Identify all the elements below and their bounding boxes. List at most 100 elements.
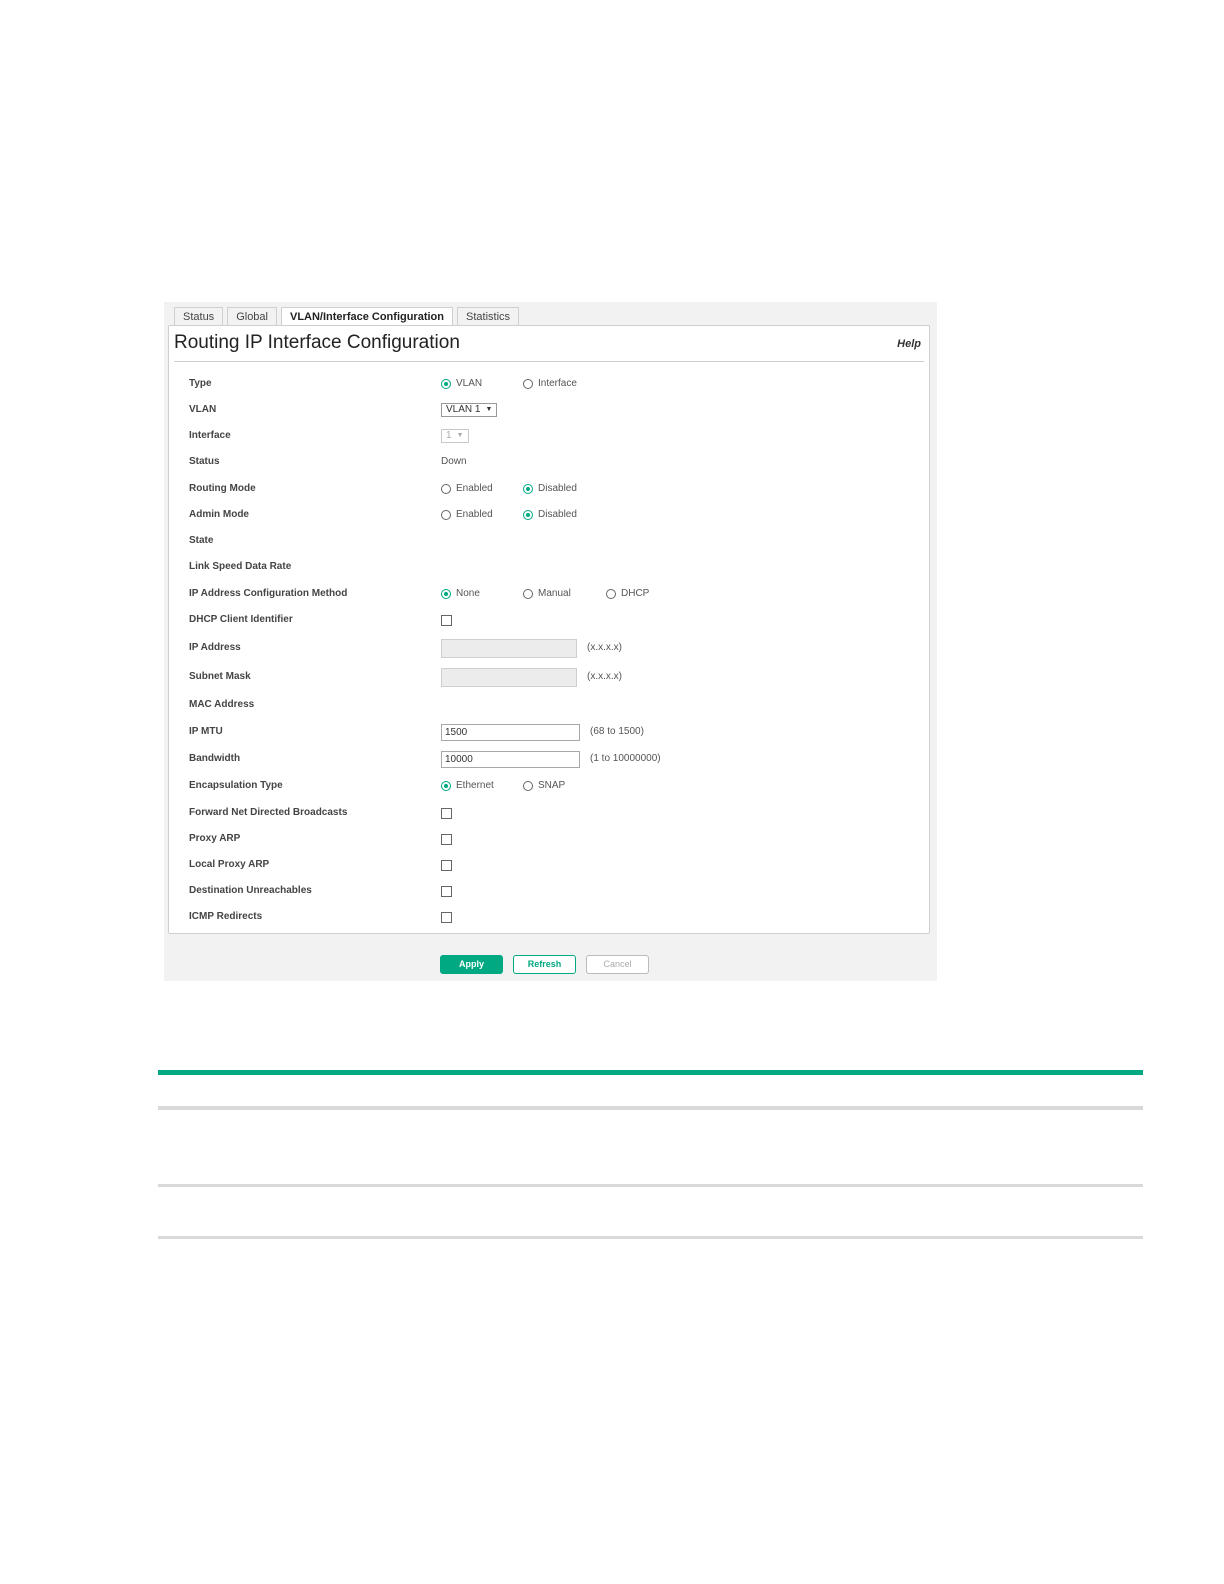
radio-selected-icon (441, 589, 451, 599)
ip-address-label: IP Address (189, 642, 241, 653)
radio-selected-icon (523, 510, 533, 520)
radio-empty-icon (523, 781, 533, 791)
vlan-label: VLAN (189, 404, 217, 415)
row-subnet-mask: Subnet Mask (x.x.x.x) (169, 667, 929, 687)
chevron-down-icon: ▼ (456, 432, 464, 439)
row-state: State (169, 531, 929, 551)
row-bandwidth: Bandwidth 10000 (1 to 10000000) (169, 749, 929, 769)
status-label: Status (189, 456, 220, 467)
ip-mtu-label: IP MTU (189, 726, 223, 737)
mac-address-label: MAC Address (189, 699, 255, 710)
dhcp-client-id-label: DHCP Client Identifier (189, 614, 293, 625)
local-proxy-arp-checkbox[interactable] (441, 859, 452, 871)
row-proxy-arp: Proxy ARP (169, 829, 929, 849)
encap-ethernet-radio[interactable]: Ethernet (441, 776, 494, 796)
refresh-button[interactable]: Refresh (513, 955, 576, 974)
row-dhcp-client-id: DHCP Client Identifier (169, 610, 929, 630)
title-divider (174, 361, 924, 362)
row-ip-address: IP Address (x.x.x.x) (169, 638, 929, 658)
page-title: Routing IP Interface Configuration (174, 332, 460, 353)
tab-statistics[interactable]: Statistics (457, 307, 520, 325)
row-status: Status Down (169, 452, 929, 472)
tab-vlan-interface-configuration[interactable]: VLAN/Interface Configuration (280, 307, 453, 327)
row-fwd-net-directed: Forward Net Directed Broadcasts (169, 803, 929, 823)
admin-mode-label: Admin Mode (189, 509, 249, 520)
radio-selected-icon (441, 379, 451, 389)
chevron-down-icon: ▼ (485, 406, 493, 413)
admin-mode-enabled-radio[interactable]: Enabled (441, 505, 493, 525)
type-label: Type (189, 378, 212, 389)
fwd-net-directed-checkbox[interactable] (441, 807, 452, 819)
accent-rule (158, 1070, 1143, 1075)
row-dest-unreachables: Destination Unreachables (169, 881, 929, 901)
bandwidth-input[interactable]: 10000 (441, 750, 580, 768)
dhcp-client-id-checkbox[interactable] (441, 614, 452, 626)
row-local-proxy-arp: Local Proxy ARP (169, 855, 929, 875)
subnet-mask-hint: (x.x.x.x) (587, 671, 622, 682)
row-routing-mode: Routing Mode Enabled Disabled (169, 479, 929, 499)
radio-empty-icon (606, 589, 616, 599)
icmp-redirects-label: ICMP Redirects (189, 911, 263, 922)
status-value: Down (441, 456, 467, 467)
ip-method-dhcp-radio[interactable]: DHCP (606, 584, 649, 604)
radio-selected-icon (441, 781, 451, 791)
row-ip-mtu: IP MTU 1500 (68 to 1500) (169, 722, 929, 742)
radio-empty-icon (441, 484, 451, 494)
dest-unreachables-label: Destination Unreachables (189, 885, 312, 896)
help-link[interactable]: Help (897, 338, 921, 350)
fwd-net-directed-label: Forward Net Directed Broadcasts (189, 807, 348, 818)
type-interface-radio[interactable]: Interface (523, 374, 577, 394)
row-link-speed: Link Speed Data Rate (169, 557, 929, 577)
dest-unreachables-checkbox[interactable] (441, 885, 452, 897)
link-speed-label: Link Speed Data Rate (189, 561, 292, 572)
row-vlan: VLAN VLAN 1 ▼ (169, 400, 929, 420)
apply-button[interactable]: Apply (440, 955, 503, 974)
table-rule-3 (158, 1236, 1143, 1239)
state-label: State (189, 535, 214, 546)
row-type: Type VLAN Interface (169, 374, 929, 394)
tab-status[interactable]: Status (174, 307, 224, 325)
radio-selected-icon (523, 484, 533, 494)
encapsulation-label: Encapsulation Type (189, 780, 283, 791)
radio-empty-icon (441, 510, 451, 520)
encap-snap-radio[interactable]: SNAP (523, 776, 565, 796)
subnet-mask-label: Subnet Mask (189, 671, 251, 682)
ip-mtu-hint: (68 to 1500) (590, 726, 644, 737)
bandwidth-hint: (1 to 10000000) (590, 753, 661, 764)
table-rule-2 (158, 1184, 1143, 1187)
row-icmp-redirects: ICMP Redirects (169, 907, 929, 927)
icmp-redirects-checkbox[interactable] (441, 911, 452, 923)
radio-empty-icon (523, 589, 533, 599)
subnet-mask-input (441, 667, 577, 687)
admin-mode-disabled-radio[interactable]: Disabled (523, 505, 577, 525)
table-rule-1 (158, 1106, 1143, 1110)
row-mac-address: MAC Address (169, 695, 929, 715)
ip-address-input (441, 638, 577, 658)
radio-empty-icon (523, 379, 533, 389)
ip-config-method-label: IP Address Configuration Method (189, 588, 348, 599)
row-admin-mode: Admin Mode Enabled Disabled (169, 505, 929, 525)
proxy-arp-checkbox[interactable] (441, 833, 452, 845)
ip-method-none-radio[interactable]: None (441, 584, 480, 604)
interface-select: 1 ▼ (441, 429, 469, 443)
proxy-arp-label: Proxy ARP (189, 833, 241, 844)
tab-global[interactable]: Global (227, 307, 277, 325)
row-ip-config-method: IP Address Configuration Method None Man… (169, 584, 929, 604)
button-bar: Apply Refresh Cancel (440, 955, 659, 974)
config-panel: Routing IP Interface Configuration Help … (168, 325, 930, 934)
routing-ip-interface-screen: Status Global VLAN/Interface Configurati… (164, 302, 937, 981)
bandwidth-label: Bandwidth (189, 753, 241, 764)
row-encapsulation: Encapsulation Type Ethernet SNAP (169, 776, 929, 796)
routing-mode-enabled-radio[interactable]: Enabled (441, 479, 493, 499)
ip-address-hint: (x.x.x.x) (587, 642, 622, 653)
tab-bar: Status Global VLAN/Interface Configurati… (174, 307, 523, 327)
ip-method-manual-radio[interactable]: Manual (523, 584, 571, 604)
interface-label: Interface (189, 430, 231, 441)
vlan-select[interactable]: VLAN 1 ▼ (441, 403, 498, 417)
routing-mode-disabled-radio[interactable]: Disabled (523, 479, 577, 499)
type-vlan-radio[interactable]: VLAN (441, 374, 482, 394)
cancel-button[interactable]: Cancel (586, 955, 649, 974)
local-proxy-arp-label: Local Proxy ARP (189, 859, 270, 870)
ip-mtu-input[interactable]: 1500 (441, 723, 580, 741)
routing-mode-label: Routing Mode (189, 483, 256, 494)
